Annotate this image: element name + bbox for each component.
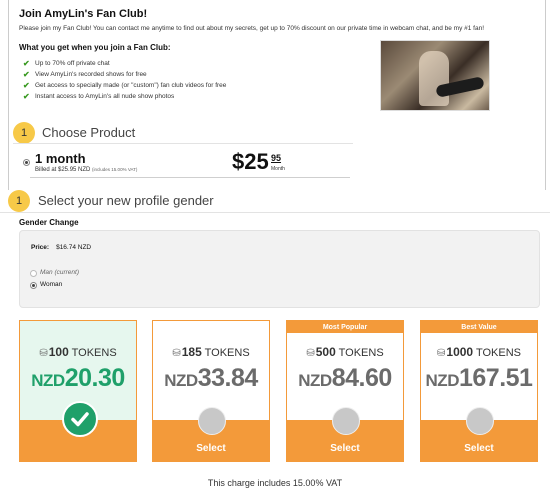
choose-product-step-badge: 1 bbox=[13, 122, 35, 144]
token-package-card[interactable]: ⛁185 TOKENS NZD33.84 Select bbox=[152, 320, 270, 462]
package-price: NZD84.60 bbox=[298, 364, 392, 392]
gender-woman-label[interactable]: Woman bbox=[40, 281, 62, 288]
package-price: NZD167.51 bbox=[425, 364, 533, 392]
coin-icon: ⛁ bbox=[437, 348, 446, 359]
unselected-indicator bbox=[198, 407, 226, 435]
divider bbox=[13, 143, 353, 144]
token-count: ⛁100 TOKENS bbox=[39, 345, 117, 359]
gender-box: Price: $16.74 NZD Man (current) Woman bbox=[19, 230, 540, 308]
check-icon: ✔ bbox=[23, 59, 30, 68]
benefit-text: Up to 70% off private chat bbox=[35, 60, 110, 67]
token-count: ⛁185 TOKENS bbox=[172, 345, 250, 359]
fan-club-intro: Please join my Fan Club! You can contact… bbox=[19, 25, 485, 32]
token-count: ⛁500 TOKENS bbox=[306, 345, 384, 359]
unselected-indicator bbox=[466, 407, 494, 435]
page: Join AmyLin's Fan Club! Please join my F… bbox=[0, 0, 550, 495]
token-count: ⛁1000 TOKENS bbox=[437, 345, 521, 359]
unselected-indicator bbox=[332, 407, 360, 435]
token-package-card[interactable]: Most Popular ⛁500 TOKENS NZD84.60 Select bbox=[286, 320, 404, 462]
benefit-text: Get access to specially made (or "custom… bbox=[35, 82, 227, 89]
choose-product-title: Choose Product bbox=[42, 125, 136, 140]
gender-change-label: Gender Change bbox=[19, 218, 79, 227]
check-icon: ✔ bbox=[23, 70, 30, 79]
month-option-label[interactable]: 1 month bbox=[35, 151, 86, 166]
gender-step-badge: 1 bbox=[8, 190, 30, 212]
coin-icon: ⛁ bbox=[172, 348, 181, 359]
package-banner: Best Value bbox=[421, 321, 537, 333]
gender-man-label[interactable]: Man (current) bbox=[40, 269, 79, 276]
price-period: Month bbox=[271, 166, 285, 172]
price-main: $25 bbox=[232, 149, 269, 174]
price-cents: 95 bbox=[271, 153, 282, 163]
benefit-text: Instant access to AmyLin's all nude show… bbox=[35, 93, 175, 100]
fan-club-title: Join AmyLin's Fan Club! bbox=[19, 8, 148, 20]
benefit-item: ✔ Up to 70% off private chat bbox=[23, 58, 226, 69]
month-vat-note: (includes 15.00% VAT) bbox=[92, 167, 138, 172]
gender-price: Price: $16.74 NZD bbox=[31, 244, 92, 251]
package-price: NZD20.30 bbox=[31, 364, 125, 392]
coin-icon: ⛁ bbox=[39, 348, 48, 359]
package-banner: Most Popular bbox=[287, 321, 403, 333]
select-button[interactable]: Select bbox=[421, 443, 537, 454]
month-billed-text: Billed at $25.95 NZD (includes 15.00% VA… bbox=[35, 167, 138, 173]
select-button[interactable]: Select bbox=[287, 443, 403, 454]
divider bbox=[0, 212, 550, 213]
token-package-card[interactable]: ⛁100 TOKENS NZD20.30 bbox=[19, 320, 137, 462]
benefits-heading: What you get when you join a Fan Club: bbox=[19, 43, 171, 52]
vat-footer-note: This charge includes 15.00% VAT bbox=[207, 478, 343, 488]
gender-man-radio[interactable] bbox=[30, 270, 37, 277]
checkmark-icon bbox=[62, 401, 98, 437]
token-package-card[interactable]: Best Value ⛁1000 TOKENS NZD167.51 Select bbox=[420, 320, 538, 462]
coin-icon: ⛁ bbox=[306, 348, 315, 359]
select-button[interactable]: Select bbox=[153, 443, 269, 454]
check-icon: ✔ bbox=[23, 81, 30, 90]
benefit-text: View AmyLin's recorded shows for free bbox=[35, 71, 147, 78]
package-price: NZD33.84 bbox=[164, 364, 258, 392]
month-option-radio[interactable] bbox=[23, 159, 30, 166]
model-photo bbox=[380, 40, 490, 111]
benefit-item: ✔ Instant access to AmyLin's all nude sho… bbox=[23, 91, 226, 102]
gender-woman-radio[interactable] bbox=[30, 282, 37, 289]
divider bbox=[30, 177, 350, 178]
gender-title: Select your new profile gender bbox=[38, 193, 214, 208]
benefits-list: ✔ Up to 70% off private chat ✔ View AmyLin… bbox=[23, 58, 226, 102]
benefit-item: ✔ Get access to specially made (or "custo… bbox=[23, 80, 226, 91]
benefit-item: ✔ View AmyLin's recorded shows for free bbox=[23, 69, 226, 80]
check-icon: ✔ bbox=[23, 92, 30, 101]
